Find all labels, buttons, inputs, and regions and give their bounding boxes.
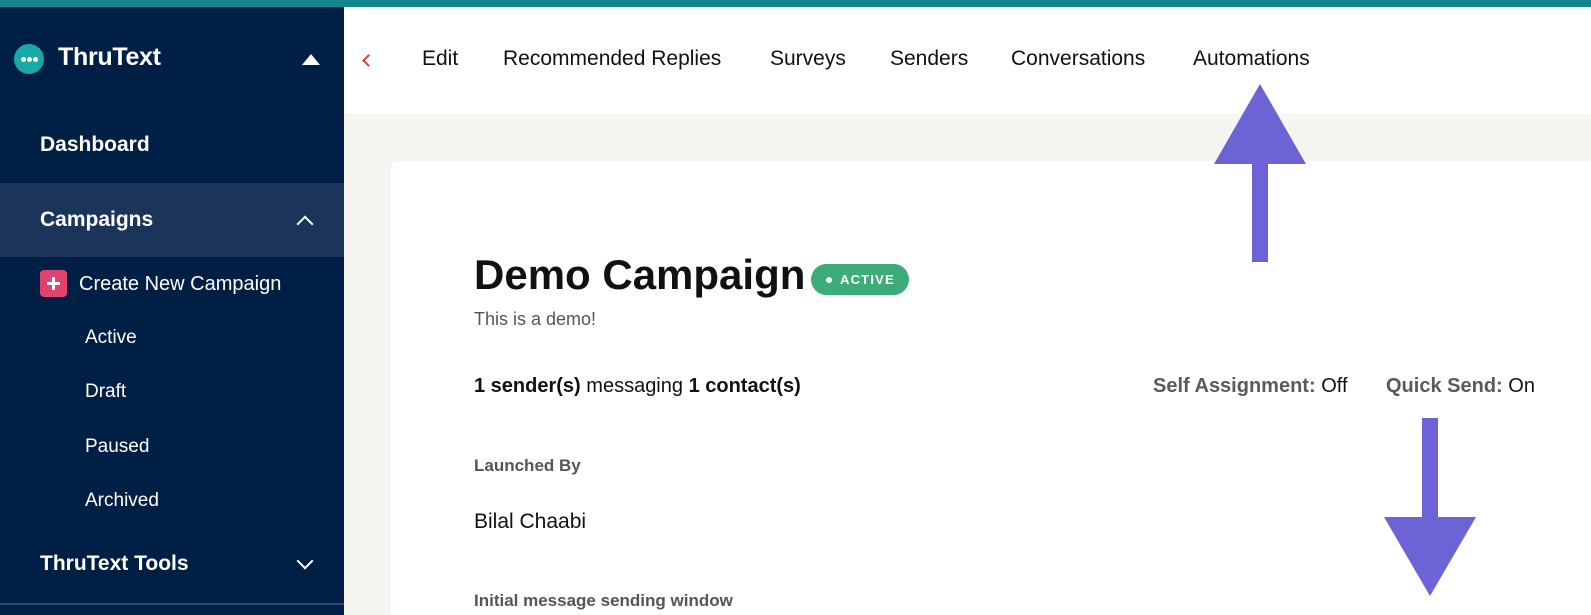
top-accent-line [0, 0, 1591, 7]
app-name: ThruText [58, 43, 161, 71]
tab-edit[interactable]: Edit [422, 47, 458, 71]
campaign-tab-bar: Edit Recommended Replies Surveys Senders… [344, 7, 1591, 114]
back-chevron-icon[interactable] [362, 54, 375, 67]
sender-count: 1 sender(s) [474, 375, 581, 397]
self-assignment-label: Self Assignment: [1153, 375, 1316, 397]
thrutext-logo-icon [14, 44, 44, 74]
sidebar-item-paused[interactable]: Paused [0, 427, 344, 467]
tab-senders[interactable]: Senders [890, 47, 968, 71]
campaign-description: This is a demo! [474, 309, 597, 329]
quick-send-label: Quick Send: [1386, 375, 1503, 397]
app-switcher[interactable]: ThruText [0, 7, 344, 111]
sidebar-item-thrutext-tools[interactable]: ThruText Tools [0, 537, 344, 593]
chevron-down-icon[interactable] [296, 552, 314, 570]
sidebar-item-campaigns[interactable]: Campaigns [0, 183, 344, 257]
self-assignment-value: Off [1321, 375, 1348, 397]
status-badge-label: ACTIVE [840, 272, 895, 287]
tab-recommended-replies[interactable]: Recommended Replies [503, 47, 721, 71]
sidebar-item-label: Paused [85, 436, 150, 457]
sidebar-item-label: Campaigns [40, 208, 154, 231]
quick-send-setting: Quick Send: On [1386, 375, 1535, 398]
sidebar-item-label: Archived [85, 490, 159, 511]
chevron-up-icon[interactable] [296, 215, 314, 233]
launched-by-value: Bilal Chaabi [474, 510, 587, 533]
tab-automations[interactable]: Automations [1193, 47, 1310, 71]
sidebar-item-active[interactable]: Active [0, 318, 344, 358]
quick-send-value: On [1508, 375, 1535, 397]
plus-icon [40, 270, 67, 297]
status-dot-icon [826, 277, 832, 283]
create-new-campaign-button[interactable]: Create New Campaign [0, 265, 344, 303]
contact-count: 1 contact(s) [688, 375, 801, 397]
sidebar-item-archived[interactable]: Archived [0, 481, 344, 521]
caret-up-icon[interactable] [302, 54, 320, 65]
sidebar-item-draft[interactable]: Draft [0, 372, 344, 412]
sidebar-divider [0, 603, 344, 605]
tab-conversations[interactable]: Conversations [1011, 47, 1145, 71]
sidebar-item-dashboard[interactable]: Dashboard [0, 117, 344, 175]
sidebar: ThruText Dashboard Campaigns Create New … [0, 7, 344, 615]
summary-connector: messaging [586, 375, 683, 397]
campaign-summary: 1 sender(s) messaging 1 contact(s) [474, 375, 801, 398]
page-title: Demo Campaign [474, 251, 806, 298]
tab-surveys[interactable]: Surveys [770, 47, 846, 71]
arrow-up-icon [1214, 84, 1306, 262]
sidebar-item-label: ThruText Tools [40, 552, 189, 575]
create-new-campaign-label: Create New Campaign [79, 273, 282, 295]
sidebar-item-label: Draft [85, 381, 127, 402]
sending-window-label: Initial message sending window [474, 591, 733, 610]
arrow-down-icon [1384, 418, 1476, 596]
sidebar-item-label: Dashboard [40, 133, 150, 156]
status-badge: ACTIVE [811, 264, 909, 295]
launched-by-label: Launched By [474, 456, 581, 475]
self-assignment-setting: Self Assignment: Off [1153, 375, 1348, 398]
sidebar-item-label: Active [85, 327, 137, 348]
